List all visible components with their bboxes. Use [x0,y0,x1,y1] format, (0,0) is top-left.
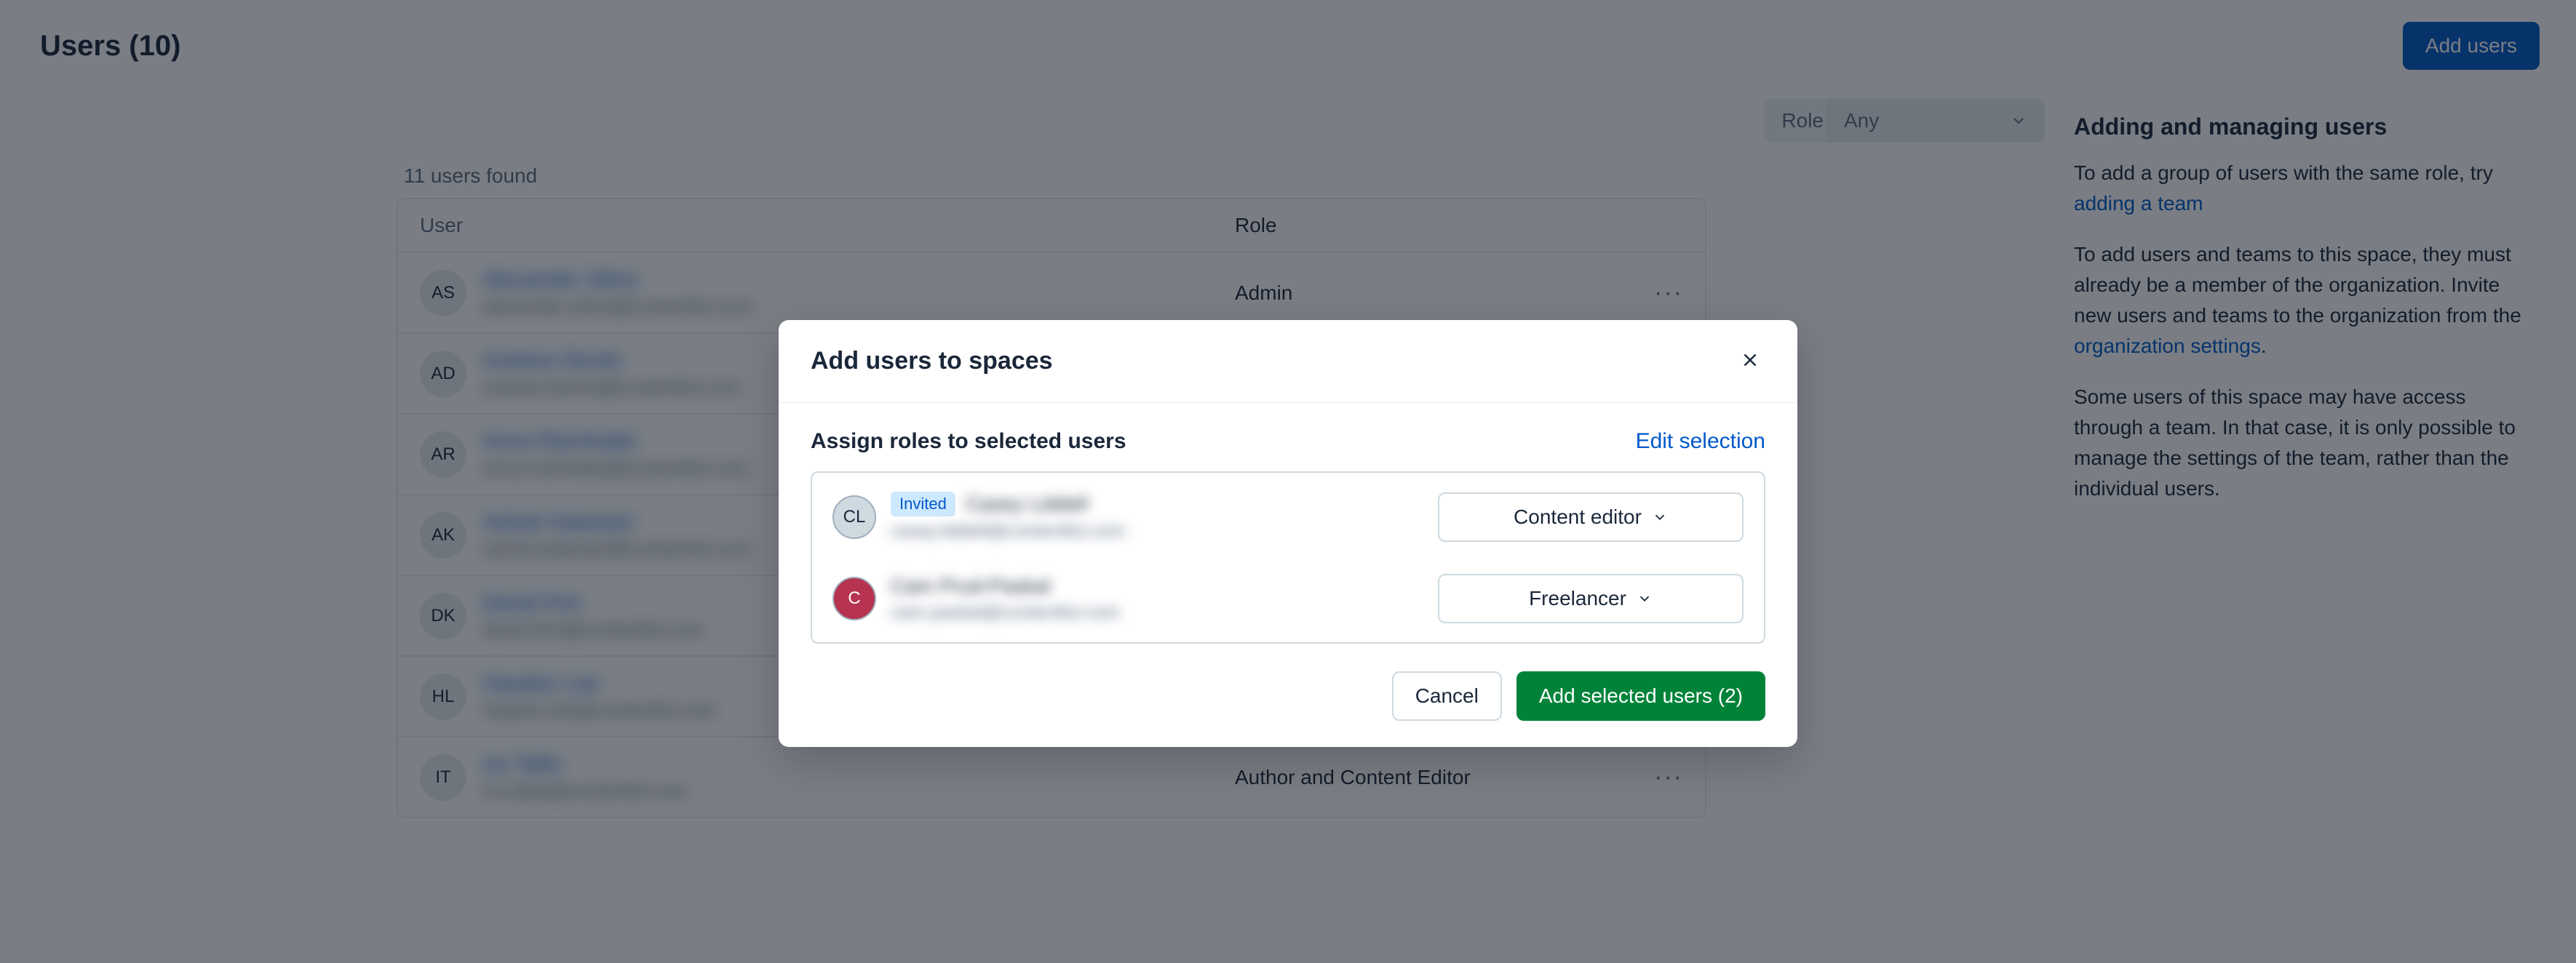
selected-user-row: C Cam Prud-Paskal cam.paskal@contentful.co… [812,558,1764,639]
role-dropdown[interactable]: Content editor [1438,492,1744,542]
assign-roles-label: Assign roles to selected users [811,429,1126,454]
edit-selection-link[interactable]: Edit selection [1636,429,1765,454]
selected-user-email: cam.paskal@contentful.com [891,602,1119,623]
selected-user-name: Cam Prud-Paskal [891,575,1050,598]
modal-title: Add users to spaces [811,347,1053,375]
avatar: C [832,577,876,620]
selected-user-row: CL Invited Casey Liddell casey.liddell@cont… [812,476,1764,558]
add-selected-users-button[interactable]: Add selected users (2) [1516,671,1765,721]
role-dropdown[interactable]: Freelancer [1438,574,1744,623]
cancel-button[interactable]: Cancel [1392,671,1502,721]
modal-overlay[interactable]: Add users to spaces Assign roles to sele… [0,0,2576,963]
close-icon [1739,349,1761,371]
role-dropdown-value: Content editor [1514,506,1642,529]
avatar: CL [832,495,876,539]
chevron-down-icon [1637,591,1653,607]
add-users-modal: Add users to spaces Assign roles to sele… [779,320,1797,747]
close-button[interactable] [1735,345,1765,377]
selected-user-email: casey.liddell@contentful.com [891,521,1125,542]
invited-badge: Invited [891,492,955,516]
selected-users-box: CL Invited Casey Liddell casey.liddell@cont… [811,471,1765,644]
role-dropdown-value: Freelancer [1529,587,1626,610]
selected-user-name: Casey Liddell [966,492,1088,516]
chevron-down-icon [1652,509,1668,525]
